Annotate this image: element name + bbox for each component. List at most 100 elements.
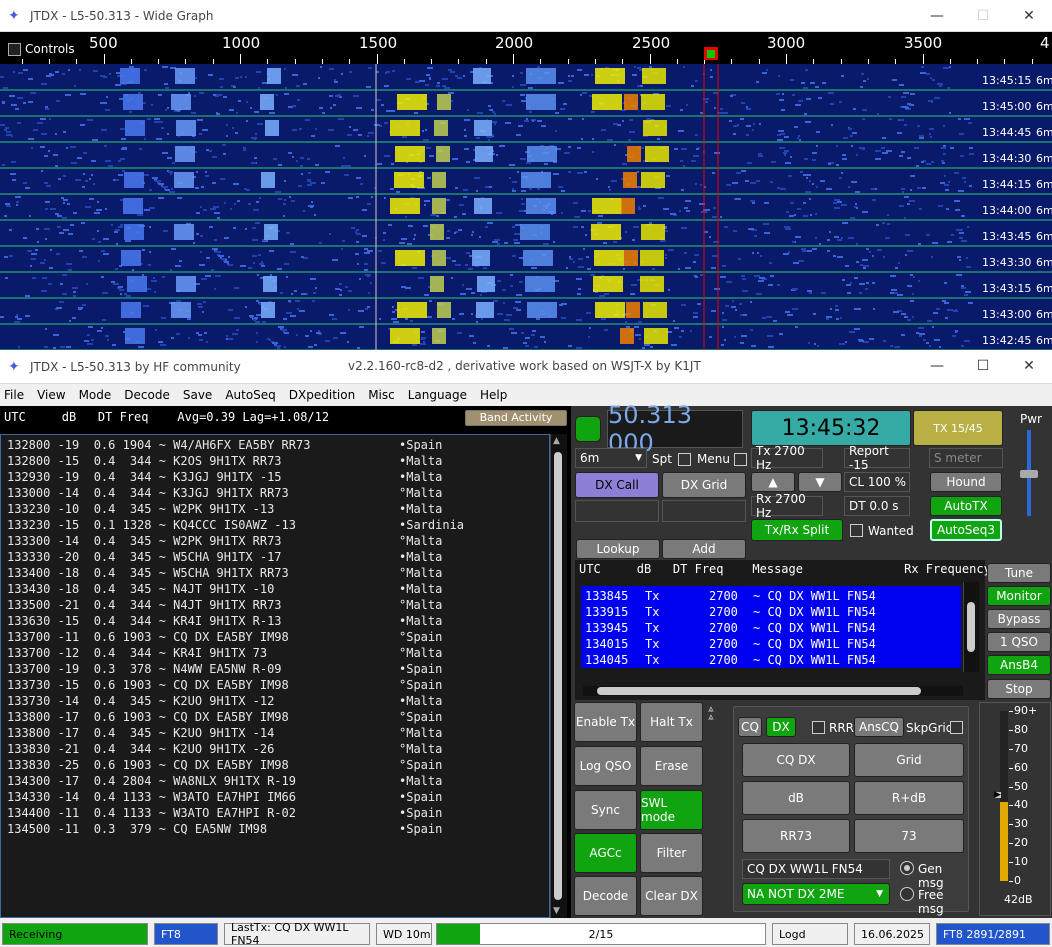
decode-row[interactable]: 133430 -18 0.4 345 ~ N4JT 9H1TX -10 •Malt… bbox=[7, 581, 549, 597]
dx-grid-input[interactable] bbox=[662, 500, 746, 522]
report-field[interactable]: Report -15 bbox=[844, 444, 910, 472]
maximize-button[interactable]: ☐ bbox=[960, 350, 1006, 382]
add-button[interactable]: Add bbox=[662, 539, 746, 559]
tx-period-button[interactable]: TX 15/45 bbox=[913, 410, 1003, 446]
decode-row[interactable]: 133800 -17 0.6 1903 ~ CQ DX EA5BY IM98 °S… bbox=[7, 709, 549, 725]
decode-row[interactable]: 133700 -12 0.4 344 ~ KR4I 9H1TX 73 °Malta bbox=[7, 645, 549, 661]
decode-row[interactable]: 132800 -15 0.4 344 ~ K2OS 9H1TX RR73 •Mal… bbox=[7, 453, 549, 469]
menu-view[interactable]: View bbox=[37, 388, 65, 402]
dt-field[interactable]: DT 0.0 s bbox=[844, 496, 910, 516]
controls-checkbox[interactable] bbox=[8, 42, 21, 56]
rx-row[interactable]: 134045 Tx 2700 ~ CQ DX WW1L FN54 bbox=[581, 652, 961, 668]
decode-row[interactable]: 133730 -14 0.4 345 ~ K2UO 9H1TX -12 •Malt… bbox=[7, 693, 549, 709]
anscq-button[interactable]: AnsCQ bbox=[854, 717, 904, 737]
dx-grid-button[interactable]: DX Grid bbox=[662, 472, 746, 498]
decode-button[interactable]: Decode bbox=[574, 876, 637, 916]
s-meter-field[interactable]: S meter bbox=[929, 448, 1003, 468]
cq-dx-button[interactable]: CQ DX bbox=[742, 743, 850, 777]
band-activity-scrollbar[interactable]: ▲ ▼ bbox=[550, 434, 567, 918]
decode-row[interactable]: 134400 -11 0.4 1133 ~ W3ATO EA7HPI R-02 •… bbox=[7, 805, 549, 821]
decode-row[interactable]: 134330 -14 0.4 1133 ~ W3ATO EA7HPI IM66 •… bbox=[7, 789, 549, 805]
decode-row[interactable]: 133800 -17 0.4 345 ~ K2UO 9H1TX -14 °Malt… bbox=[7, 725, 549, 741]
decode-row[interactable]: 133400 -18 0.4 345 ~ W5CHA 9H1TX RR73 °Ma… bbox=[7, 565, 549, 581]
rx-row[interactable]: 133915 Tx 2700 ~ CQ DX WW1L FN54 bbox=[581, 604, 961, 620]
menu-autoseq[interactable]: AutoSeq bbox=[225, 388, 275, 402]
decode-row[interactable]: 132800 -19 0.6 1904 ~ W4/AH6FX EA5BY RR7… bbox=[7, 437, 549, 453]
erase-button[interactable]: Erase bbox=[640, 746, 703, 786]
decode-row[interactable]: 133630 -15 0.4 344 ~ KR4I 9H1TX R-13 •Mal… bbox=[7, 613, 549, 629]
rx-frequency-list[interactable]: 133845 Tx 2700 ~ CQ DX WW1L FN54 133915 Tx 270… bbox=[581, 586, 961, 668]
gen-msg-radio[interactable] bbox=[900, 861, 914, 875]
scroll-down-icon[interactable]: ▼ bbox=[553, 906, 560, 916]
one-qso-button[interactable]: 1 QSO bbox=[987, 632, 1051, 652]
decode-row[interactable]: 133330 -20 0.4 345 ~ W5CHA 9H1TX -17 •Mal… bbox=[7, 549, 549, 565]
free-msg-radio[interactable] bbox=[900, 887, 914, 901]
decode-row[interactable]: 133700 -19 0.3 378 ~ N4WW EA5NW R-09 •Spa… bbox=[7, 661, 549, 677]
scroll-thumb[interactable] bbox=[554, 452, 562, 900]
rx-hscroll-thumb[interactable] bbox=[597, 687, 921, 695]
halt-tx-button[interactable]: Halt Tx bbox=[640, 702, 703, 742]
txrx-split-button[interactable]: Tx/Rx Split bbox=[751, 519, 843, 541]
maximize-button[interactable]: ☐ bbox=[960, 0, 1006, 32]
menu-checkbox[interactable] bbox=[734, 453, 747, 466]
band-activity-button[interactable]: Band Activity bbox=[465, 410, 567, 426]
decode-row[interactable]: 133230 -15 0.1 1328 ~ KQ4CCC IS0AWZ -13 •… bbox=[7, 517, 549, 533]
minimize-button[interactable]: — bbox=[914, 0, 960, 32]
rx-hscrollbar[interactable] bbox=[583, 686, 963, 696]
menu-dxpedition[interactable]: DXpedition bbox=[289, 388, 355, 402]
decode-row[interactable]: 133500 -21 0.4 344 ~ N4JT 9H1TX RR73 °Mal… bbox=[7, 597, 549, 613]
rrr-checkbox[interactable] bbox=[812, 721, 825, 734]
menu-mode[interactable]: Mode bbox=[79, 388, 112, 402]
lookup-button[interactable]: Lookup bbox=[576, 539, 660, 559]
rx-row[interactable]: 134015 Tx 2700 ~ CQ DX WW1L FN54 bbox=[581, 636, 961, 652]
filter-button[interactable]: Filter bbox=[640, 833, 703, 873]
generated-message-field[interactable]: CQ DX WW1L FN54 bbox=[742, 859, 890, 879]
spt-checkbox[interactable] bbox=[678, 453, 691, 466]
rr73-button[interactable]: RR73 bbox=[742, 819, 850, 853]
autoseq3-button[interactable]: AutoSeq3 bbox=[930, 519, 1002, 541]
decode-row[interactable]: 133830 -21 0.4 344 ~ K2UO 9H1TX -26 °Malt… bbox=[7, 741, 549, 757]
log-qso-button[interactable]: Log QSO bbox=[574, 746, 637, 786]
minimize-button[interactable]: — bbox=[914, 350, 960, 382]
73-button[interactable]: 73 bbox=[854, 819, 964, 853]
swl-mode-button[interactable]: SWL mode bbox=[640, 790, 703, 830]
close-button[interactable]: ✕ bbox=[1006, 0, 1052, 32]
menu-help[interactable]: Help bbox=[480, 388, 507, 402]
rx-row[interactable]: 133845 Tx 2700 ~ CQ DX WW1L FN54 bbox=[581, 588, 961, 604]
decode-row[interactable]: 132930 -19 0.4 344 ~ K3JGJ 9H1TX -15 •Mal… bbox=[7, 469, 549, 485]
agcc-button[interactable]: AGCc bbox=[574, 833, 637, 873]
decode-row[interactable]: 133730 -15 0.6 1903 ~ CQ DX EA5BY IM98 °S… bbox=[7, 677, 549, 693]
hound-button[interactable]: Hound bbox=[930, 472, 1002, 492]
tx-up-button[interactable]: ▲ bbox=[751, 472, 795, 492]
free-message-select[interactable]: NA NOT DX 2ME ▼ bbox=[742, 883, 890, 905]
decode-row[interactable]: 133230 -10 0.4 345 ~ W2PK 9H1TX -13 •Malt… bbox=[7, 501, 549, 517]
scroll-up-icon[interactable]: ▲ bbox=[553, 436, 560, 446]
db-button[interactable]: dB bbox=[742, 781, 850, 815]
dx-call-input[interactable] bbox=[575, 500, 659, 522]
decode-row[interactable]: 134500 -11 0.3 379 ~ CQ EA5NW IM98 •Spain bbox=[7, 821, 549, 837]
tx-down-button[interactable]: ▼ bbox=[798, 472, 842, 492]
rx-frequency[interactable]: Rx 2700 Hz bbox=[751, 492, 823, 520]
clear-dx-button[interactable]: Clear DX bbox=[640, 876, 703, 916]
band-select[interactable]: 6m ▼ bbox=[575, 448, 647, 468]
rx-scroll-thumb[interactable] bbox=[967, 602, 975, 652]
menu-save[interactable]: Save bbox=[183, 388, 212, 402]
decode-row[interactable]: 133700 -11 0.6 1903 ~ CQ DX EA5BY IM98 °S… bbox=[7, 629, 549, 645]
autotx-button[interactable]: AutoTX bbox=[930, 496, 1002, 516]
bypass-button[interactable]: Bypass bbox=[987, 609, 1051, 629]
decode-row[interactable]: 134300 -17 0.4 2804 ~ WA8NLX 9H1TX R-19 •… bbox=[7, 773, 549, 789]
r-db-button[interactable]: R+dB bbox=[854, 781, 964, 815]
cl-field[interactable]: CL 100 % bbox=[844, 472, 910, 492]
menu-file[interactable]: File bbox=[4, 388, 24, 402]
band-activity-list[interactable]: 132800 -19 0.6 1904 ~ W4/AH6FX EA5BY RR7… bbox=[0, 434, 550, 918]
menu-language[interactable]: Language bbox=[408, 388, 467, 402]
skpgrid-checkbox[interactable] bbox=[950, 721, 963, 734]
wanted-checkbox[interactable] bbox=[850, 524, 863, 537]
waterfall[interactable]: 13:45:15 6m 13:45:00 6m 13:44:45 6m 13:44:30 6m… bbox=[0, 64, 1052, 350]
dx-button[interactable]: DX bbox=[766, 717, 796, 737]
rx-row[interactable]: 133945 Tx 2700 ~ CQ DX WW1L FN54 bbox=[581, 620, 961, 636]
rx-scrollbar[interactable] bbox=[963, 582, 979, 672]
tune-button[interactable]: Tune bbox=[987, 563, 1051, 583]
menu-decode[interactable]: Decode bbox=[124, 388, 170, 402]
decode-row[interactable]: 133300 -14 0.4 345 ~ W2PK 9H1TX RR73 °Mal… bbox=[7, 533, 549, 549]
